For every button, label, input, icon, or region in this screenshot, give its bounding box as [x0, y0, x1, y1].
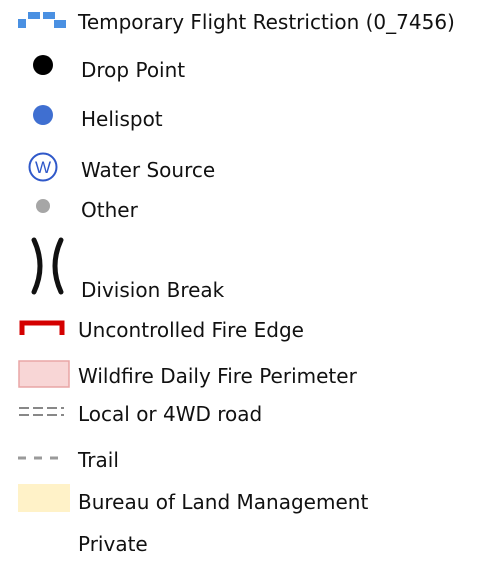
helispot-icon — [32, 104, 54, 126]
legend-item-uncontrolled-fire-edge: Uncontrolled Fire Edge — [0, 318, 503, 358]
legend-item-temporary-flight-restriction: Temporary Flight Restriction (0_7456) — [0, 2, 503, 42]
local-road-icon — [18, 404, 66, 420]
water-source-icon: W — [27, 151, 59, 183]
tfr-dashed-boundary-icon — [18, 12, 66, 30]
legend-label: Helispot — [81, 107, 163, 131]
legend-item-water-source: W Water Source — [0, 150, 503, 190]
legend-label: Local or 4WD road — [78, 402, 263, 426]
wildfire-perimeter-icon — [18, 360, 70, 388]
legend-label: Bureau of Land Management — [78, 490, 369, 514]
legend-item-helispot: Helispot — [0, 104, 503, 144]
legend-item-local-road: Local or 4WD road — [0, 402, 503, 442]
blm-land-icon — [18, 484, 70, 512]
legend-label: Division Break — [81, 278, 225, 302]
drop-point-icon — [32, 54, 54, 76]
legend-label: Drop Point — [81, 58, 186, 82]
water-source-glyph: W — [35, 158, 51, 177]
legend-item-trail: Trail — [0, 448, 503, 488]
uncontrolled-fire-edge-icon — [18, 319, 66, 337]
legend-item-wildfire-daily-perimeter: Wildfire Daily Fire Perimeter — [0, 360, 503, 400]
legend-item-private: Private — [0, 526, 503, 566]
trail-icon — [18, 454, 66, 462]
legend-item-other: Other — [0, 198, 503, 238]
legend-label: Uncontrolled Fire Edge — [78, 318, 304, 342]
legend-label: Water Source — [81, 158, 216, 182]
legend-label: Other — [81, 198, 138, 222]
other-point-icon — [35, 198, 51, 214]
legend-label: Trail — [78, 448, 119, 472]
division-break-icon — [30, 236, 66, 300]
legend-item-drop-point: Drop Point — [0, 52, 503, 92]
legend-item-bureau-of-land-management: Bureau of Land Management — [0, 484, 503, 524]
private-land-icon — [18, 526, 70, 554]
map-legend: Temporary Flight Restriction (0_7456) Dr… — [0, 0, 503, 564]
legend-label: Temporary Flight Restriction (0_7456) — [78, 10, 455, 34]
legend-label: Private — [78, 532, 148, 556]
legend-label: Wildfire Daily Fire Perimeter — [78, 364, 357, 388]
legend-item-division-break: Division Break — [0, 236, 503, 306]
